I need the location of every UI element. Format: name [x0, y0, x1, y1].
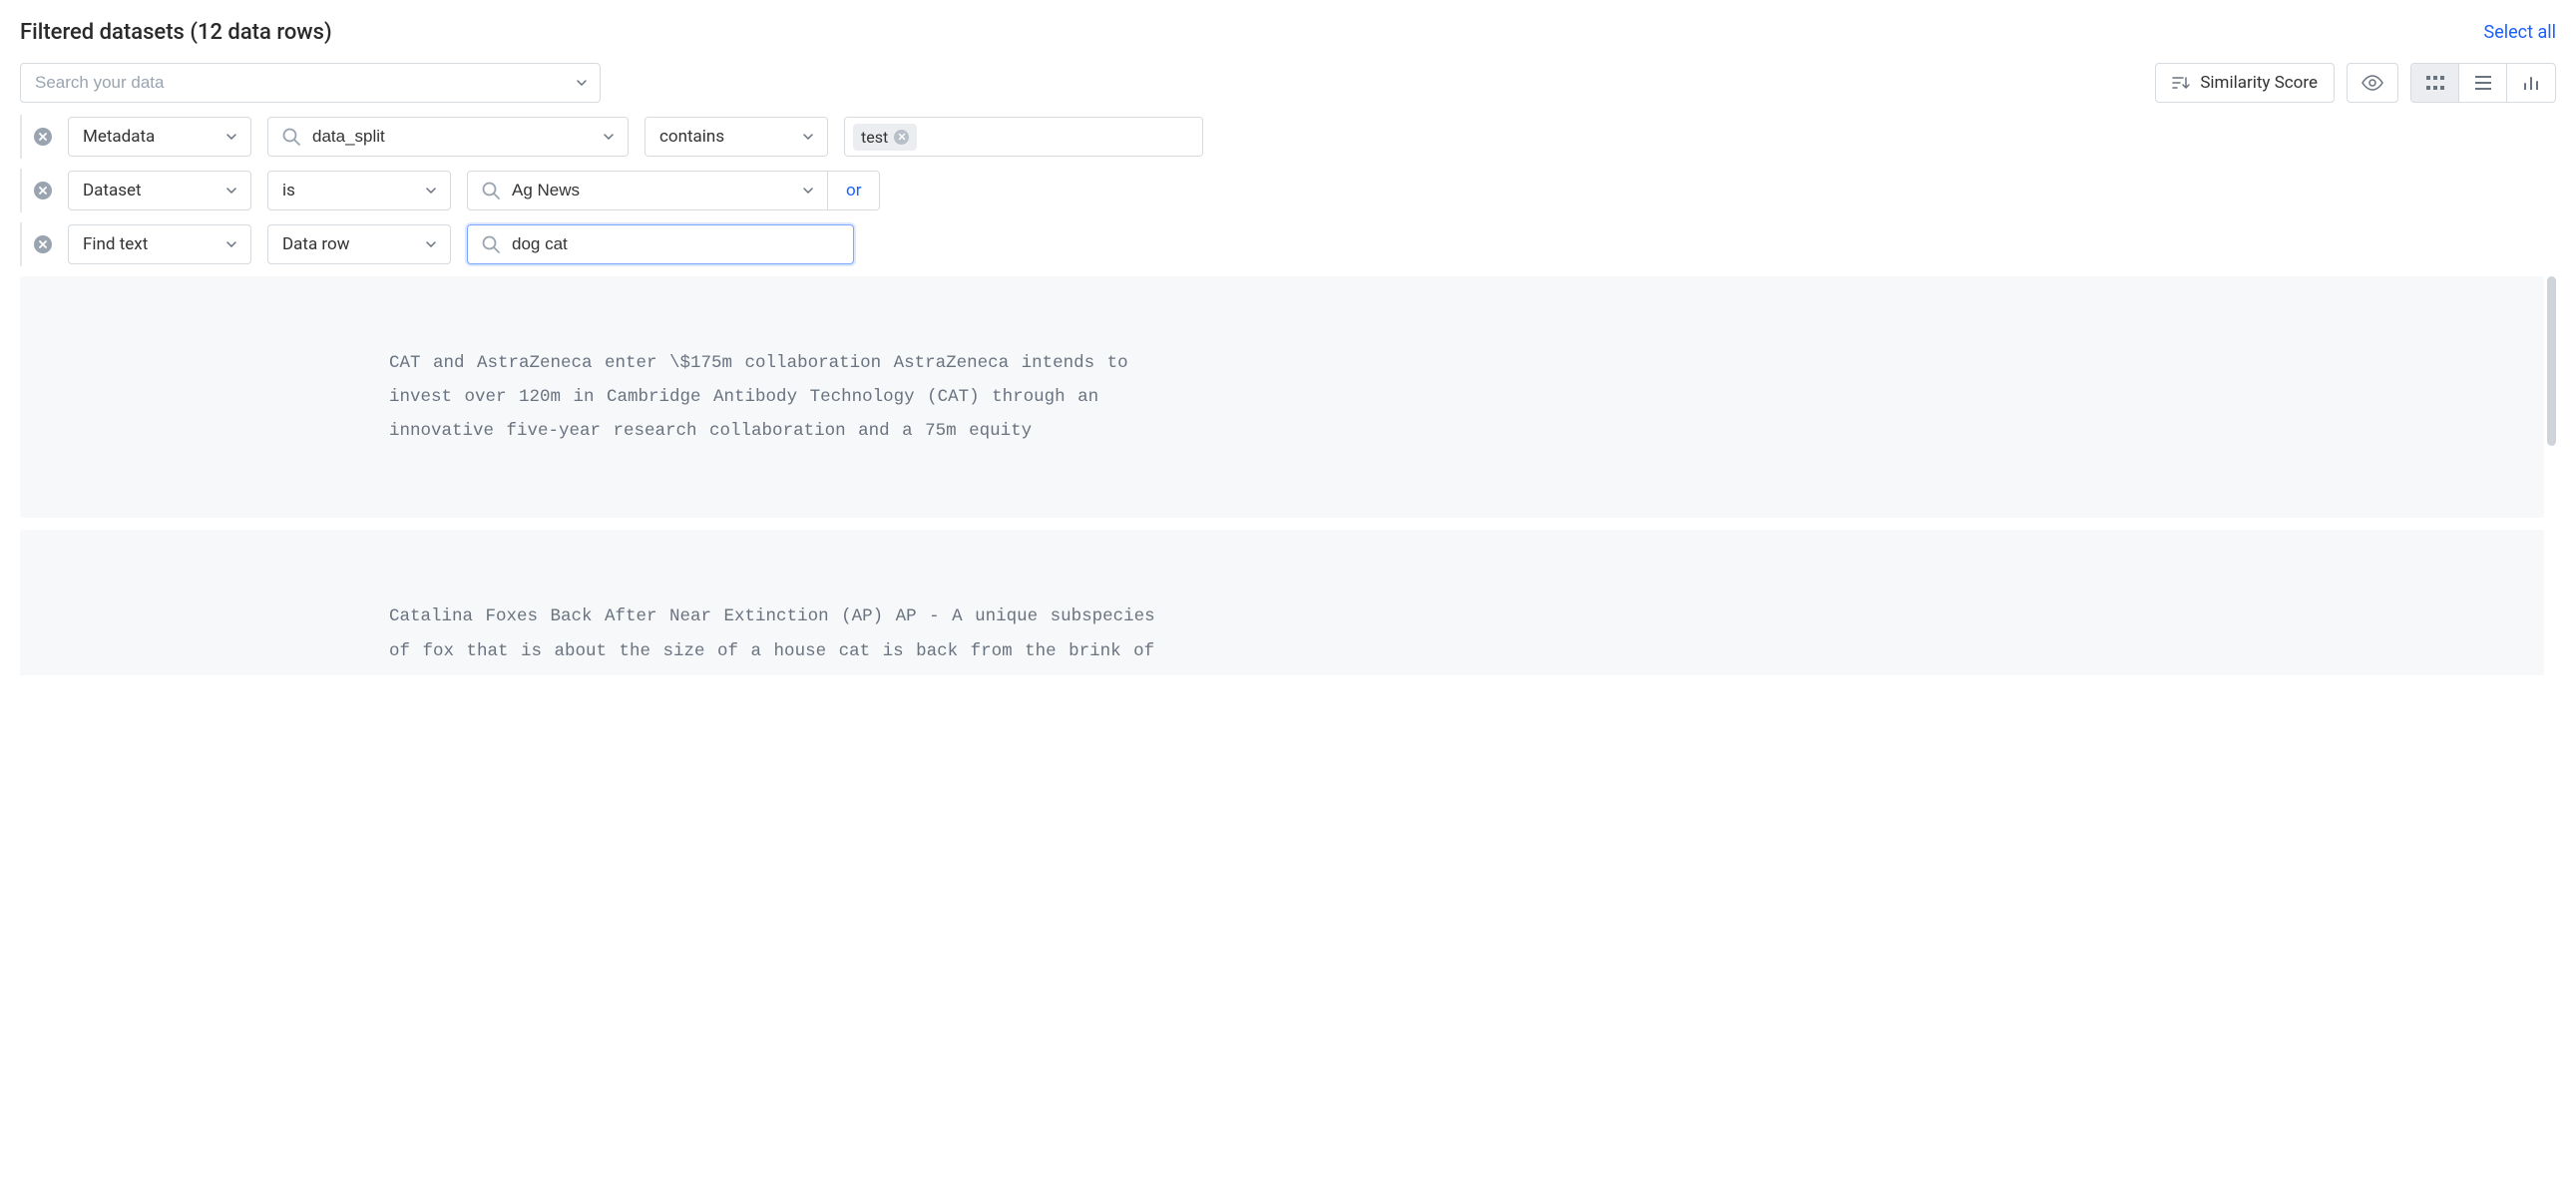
chip-label: test — [861, 128, 888, 147]
select-all-link[interactable]: Select all — [2484, 22, 2556, 43]
scrollbar-thumb[interactable] — [2547, 276, 2556, 446]
chart-view-button[interactable] — [2507, 64, 2555, 102]
dropdown-label: Metadata — [83, 127, 155, 147]
results-scroll[interactable]: CAT and AstraZeneca enter \$175m collabo… — [20, 276, 2556, 675]
data-row-card[interactable]: CAT and AstraZeneca enter \$175m collabo… — [20, 276, 2544, 518]
filter-value-input[interactable]: test — [844, 117, 1203, 157]
or-label: or — [846, 181, 861, 200]
dropdown-label: contains — [659, 127, 724, 147]
bar-chart-icon — [2523, 76, 2539, 90]
visibility-toggle-button[interactable] — [2347, 63, 2398, 103]
close-icon — [38, 132, 48, 142]
filter-operator-dropdown[interactable]: is — [267, 171, 451, 210]
dropdown-label: Data row — [282, 234, 350, 254]
similarity-score-button[interactable]: Similarity Score — [2155, 63, 2335, 103]
data-row-text: CAT and AstraZeneca enter \$175m collabo… — [389, 346, 1167, 448]
chevron-down-icon — [226, 134, 236, 140]
search-icon — [482, 182, 500, 199]
remove-filter-button[interactable] — [34, 128, 52, 146]
filter-value-input[interactable] — [467, 171, 828, 210]
filter-field-text[interactable] — [312, 127, 592, 147]
view-toggle — [2410, 63, 2556, 103]
eye-icon — [2361, 75, 2384, 91]
find-text-input[interactable] — [467, 224, 854, 264]
filter-value-text[interactable] — [512, 181, 791, 200]
sort-icon — [2172, 76, 2190, 90]
chevron-down-icon — [426, 241, 436, 247]
close-icon — [38, 239, 48, 249]
chevron-down-icon — [226, 241, 236, 247]
data-row-card[interactable]: Catalina Foxes Back After Near Extinctio… — [20, 530, 2544, 675]
search-input[interactable] — [20, 63, 601, 103]
grid-icon — [2426, 76, 2444, 90]
search-icon — [482, 235, 500, 253]
divider — [20, 115, 22, 159]
chevron-down-icon — [604, 134, 614, 140]
dropdown-label: Dataset — [83, 181, 142, 200]
similarity-score-label: Similarity Score — [2200, 73, 2318, 93]
data-row-text: Catalina Foxes Back After Near Extinctio… — [389, 599, 1167, 675]
filter-operator-dropdown[interactable]: contains — [644, 117, 828, 157]
chevron-down-icon — [803, 188, 813, 194]
divider — [20, 222, 22, 266]
dropdown-label: Find text — [83, 234, 148, 254]
find-text-value[interactable] — [512, 234, 839, 254]
filter-type-dropdown[interactable]: Find text — [68, 224, 251, 264]
remove-filter-button[interactable] — [34, 182, 52, 199]
search-icon — [282, 128, 300, 146]
chevron-down-icon — [226, 188, 236, 194]
page-title: Filtered datasets (12 data rows) — [20, 20, 332, 45]
chevron-down-icon — [426, 188, 436, 194]
list-view-button[interactable] — [2459, 64, 2507, 102]
filter-row: Find text Data row — [20, 222, 2556, 266]
filter-field-input[interactable] — [267, 117, 629, 157]
list-icon — [2475, 76, 2491, 90]
remove-filter-button[interactable] — [34, 235, 52, 253]
filter-chip: test — [853, 124, 917, 151]
filter-type-dropdown[interactable]: Metadata — [68, 117, 251, 157]
close-icon — [38, 186, 48, 196]
grid-view-button[interactable] — [2411, 64, 2459, 102]
filter-row: Metadata contains test — [20, 115, 2556, 159]
or-button[interactable]: or — [828, 171, 880, 210]
chevron-down-icon — [803, 134, 813, 140]
filter-type-dropdown[interactable]: Dataset — [68, 171, 251, 210]
dropdown-label: is — [282, 181, 295, 200]
close-icon — [898, 133, 906, 141]
scrollbar-track — [2547, 276, 2556, 675]
divider — [20, 169, 22, 212]
filter-scope-dropdown[interactable]: Data row — [267, 224, 451, 264]
chip-remove-button[interactable] — [894, 130, 909, 145]
filter-row: Dataset is or — [20, 169, 2556, 212]
